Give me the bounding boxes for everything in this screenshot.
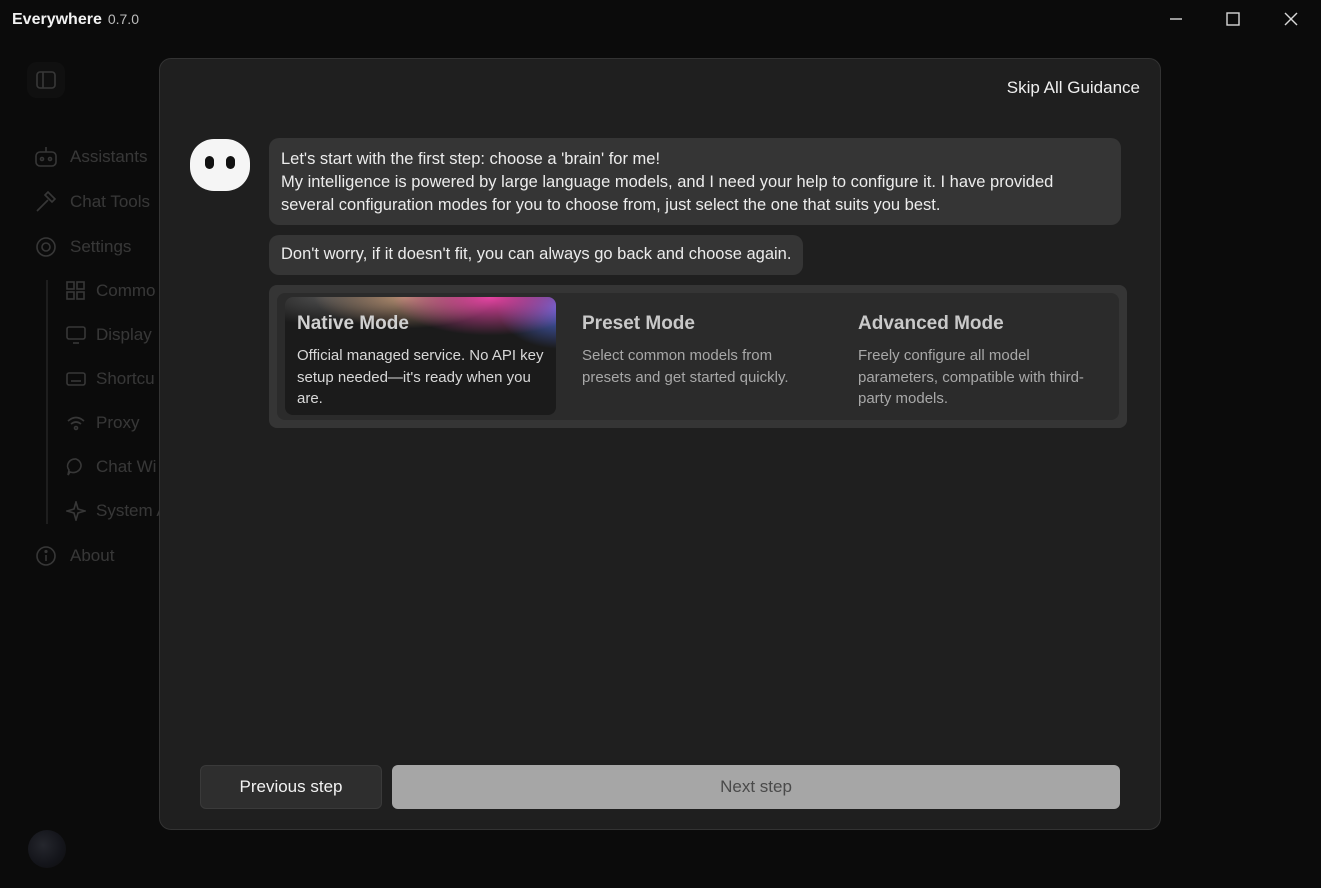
title-bar: Everywhere 0.7.0 <box>0 0 1321 38</box>
close-icon <box>1284 12 1298 26</box>
app-title: Everywhere 0.7.0 <box>12 11 139 29</box>
sidebar-item-chat-tools[interactable]: Chat Tools <box>34 191 150 213</box>
onboarding-dialog: Skip All Guidance Let's start with the f… <box>159 58 1161 830</box>
sidebar-item-label: Display <box>96 325 152 344</box>
avatar-eye-left <box>205 156 214 169</box>
hammer-icon <box>36 191 57 212</box>
sidebar-item-about[interactable]: About <box>34 545 114 567</box>
mode-description: Select common models from presets and ge… <box>582 347 789 386</box>
sidebar-toggle-button[interactable] <box>27 62 65 98</box>
advanced-mode-option[interactable]: Advanced Mode Freely configure all model… <box>846 293 1108 412</box>
sidebar-item-label: System A <box>96 501 168 520</box>
assistant-message: Don't worry, if it doesn't fit, you can … <box>269 235 804 275</box>
keyboard-icon <box>66 372 86 386</box>
skip-all-guidance-button[interactable]: Skip All Guidance <box>1007 78 1140 98</box>
mode-title: Native Mode <box>297 313 409 334</box>
minimize-button[interactable] <box>1158 6 1194 32</box>
wifi-icon <box>67 416 85 431</box>
mode-options: Native Mode Official managed service. No… <box>277 293 1119 420</box>
sidebar-item-common[interactable]: Commo <box>66 281 156 301</box>
sidebar-item-system-assistant[interactable]: System A <box>66 501 168 521</box>
mode-description: Official managed service. No API key set… <box>297 347 544 407</box>
native-mode-option[interactable]: Native Mode Official managed service. No… <box>285 297 556 415</box>
assistant-message: Let's start with the first step: choose … <box>269 138 1121 225</box>
sidebar-item-assistants[interactable]: Assistants <box>34 146 147 168</box>
maximize-icon <box>1226 12 1240 26</box>
sidebar-item-chat-window[interactable]: Chat Wi <box>66 457 156 477</box>
close-button[interactable] <box>1273 6 1309 32</box>
mode-description: Freely configure all model parameters, c… <box>858 347 1084 407</box>
mode-selector: Native Mode Official managed service. No… <box>269 285 1127 428</box>
minimize-icon <box>1170 18 1182 20</box>
robot-icon <box>35 147 57 167</box>
sidebar-item-label: Chat Tools <box>70 192 151 211</box>
message-line: My intelligence is powered by large lang… <box>281 173 1054 214</box>
sidebar-toggle-icon <box>36 71 56 89</box>
assistant-avatar <box>190 139 250 191</box>
app-version: 0.7.0 <box>107 11 139 27</box>
message-line: Don't worry, if it doesn't fit, you can … <box>281 245 792 263</box>
chat-icon <box>66 458 82 476</box>
sidebar-item-label: Proxy <box>96 413 140 432</box>
gear-icon <box>36 237 56 257</box>
sidebar-item-label: Settings <box>70 237 132 256</box>
sidebar-item-shortcut[interactable]: Shortcu <box>66 369 155 389</box>
grid-icon <box>66 281 85 300</box>
message-line: Let's start with the first step: choose … <box>281 150 661 168</box>
sidebar-tree-line <box>46 280 48 524</box>
app-name: Everywhere <box>12 11 102 28</box>
maximize-button[interactable] <box>1215 6 1251 32</box>
sidebar-item-display[interactable]: Display <box>66 325 152 345</box>
sidebar-item-label: Shortcu <box>96 369 155 388</box>
mode-title: Advanced Mode <box>858 313 1004 334</box>
monitor-icon <box>66 326 86 344</box>
sidebar-item-settings[interactable]: Settings <box>34 236 131 258</box>
preset-mode-option[interactable]: Preset Mode Select common models from pr… <box>570 293 832 412</box>
sidebar-item-label: About <box>70 546 115 565</box>
mode-title: Preset Mode <box>582 313 695 334</box>
next-step-button[interactable]: Next step <box>392 765 1120 809</box>
sidebar-item-label: Chat Wi <box>96 457 157 476</box>
sidebar-item-proxy[interactable]: Proxy <box>66 413 139 433</box>
info-icon <box>36 546 56 566</box>
user-avatar[interactable] <box>28 830 66 868</box>
avatar-eye-right <box>226 156 235 169</box>
sidebar-item-label: Commo <box>96 281 156 300</box>
sidebar-item-label: Assistants <box>70 147 148 166</box>
app-window: Everywhere 0.7.0 Assistants Chat Tools Se… <box>0 0 1321 888</box>
previous-step-button[interactable]: Previous step <box>200 765 382 809</box>
sidebar: Assistants Chat Tools Settings Commo Dis… <box>0 40 168 888</box>
sparkle-icon <box>66 501 86 521</box>
